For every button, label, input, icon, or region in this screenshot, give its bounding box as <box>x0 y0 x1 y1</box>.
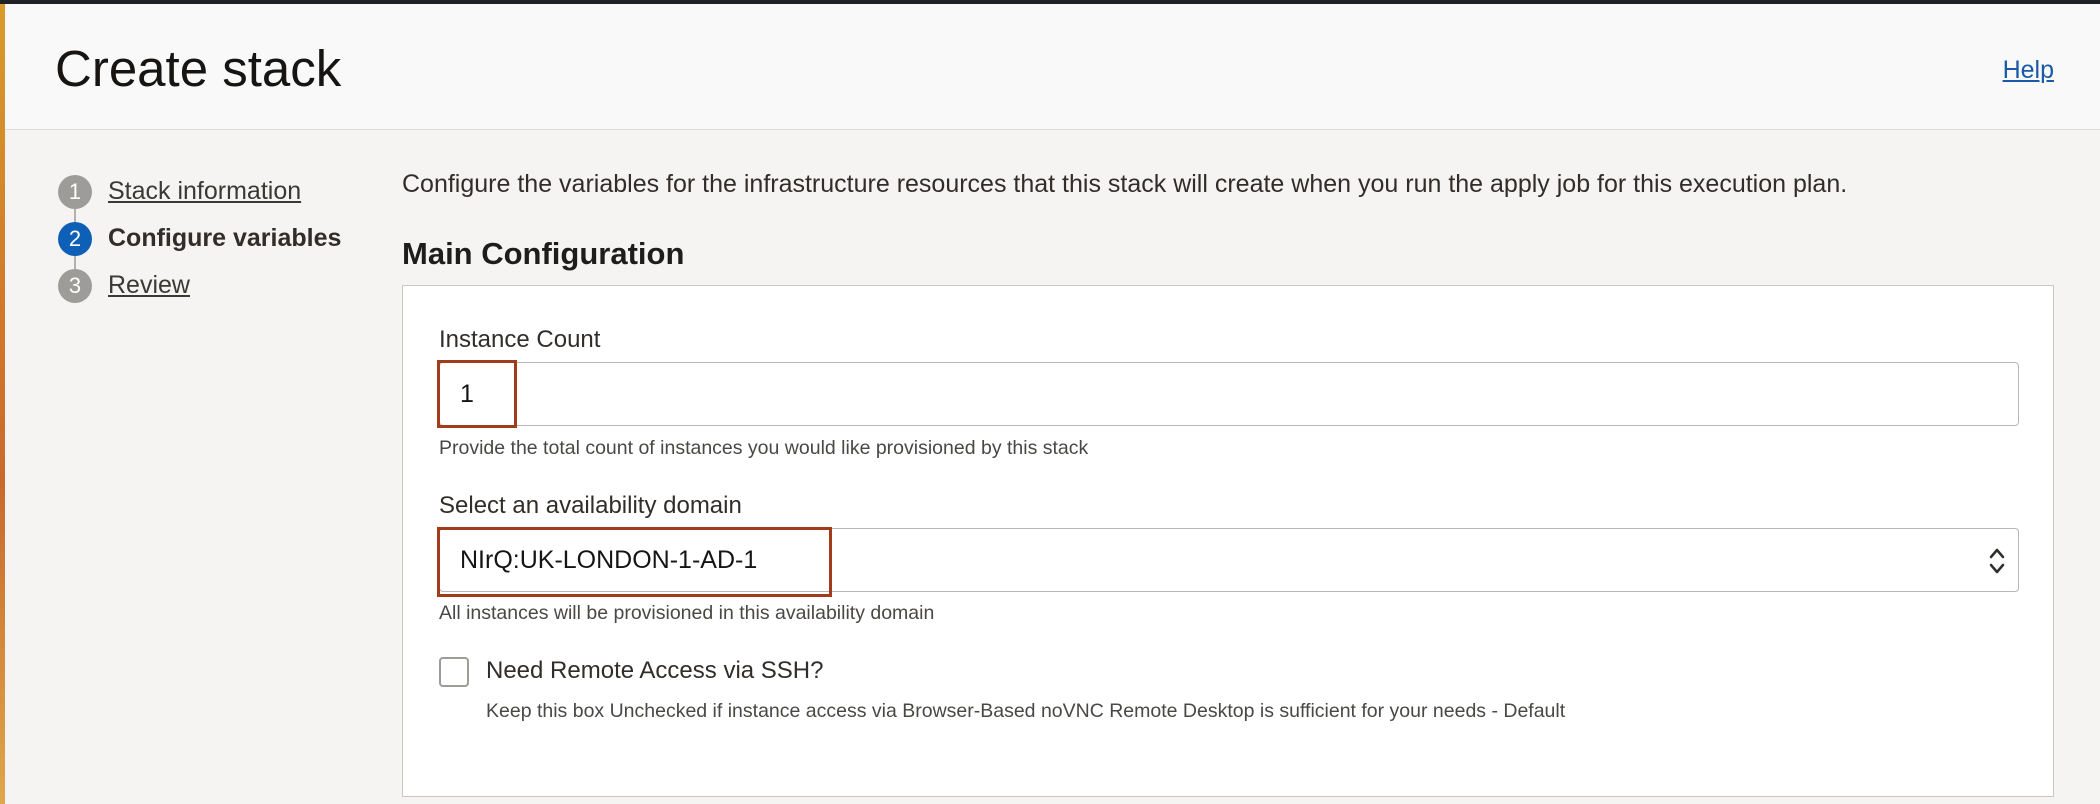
instance-count-input[interactable]: 1 <box>439 362 2019 426</box>
availability-domain-select[interactable]: NIrQ:UK-LONDON-1-AD-1 <box>439 528 2019 592</box>
availability-domain-value: NIrQ:UK-LONDON-1-AD-1 <box>460 545 758 574</box>
configuration-panel: Instance Count 1 Provide the total count… <box>402 285 2054 797</box>
section-title: Main Configuration <box>402 236 685 271</box>
step-label[interactable]: Review <box>108 271 190 300</box>
instance-count-hint: Provide the total count of instances you… <box>439 437 1089 459</box>
ssh-access-checkbox[interactable] <box>439 657 469 687</box>
availability-domain-label: Select an availability domain <box>439 492 742 519</box>
step-number: 1 <box>58 174 92 209</box>
step-configure-variables: 2 Configure variables <box>58 215 342 286</box>
instance-count-value: 1 <box>460 379 474 408</box>
ssh-access-hint: Keep this box Unchecked if instance acce… <box>486 700 1566 722</box>
intro-text: Configure the variables for the infrastr… <box>402 170 1848 198</box>
availability-domain-hint: All instances will be provisioned in thi… <box>439 602 935 624</box>
step-review[interactable]: 3 Review <box>58 262 341 309</box>
page-title: Create stack <box>55 40 342 97</box>
page-header: Create stack Help <box>5 4 2100 130</box>
help-link[interactable]: Help <box>2003 56 2054 85</box>
step-label: Configure variables <box>108 224 342 252</box>
ssh-access-label[interactable]: Need Remote Access via SSH? <box>486 657 824 685</box>
step-stack-information[interactable]: 1 Stack information <box>58 168 341 239</box>
wizard-steps: 1 Stack information 2 Configure variable… <box>58 168 341 309</box>
step-number: 3 <box>58 268 92 303</box>
step-number: 2 <box>58 221 92 256</box>
step-label[interactable]: Stack information <box>108 177 301 206</box>
instance-count-label: Instance Count <box>439 326 601 353</box>
chevron-up-down-icon <box>1989 548 2005 574</box>
